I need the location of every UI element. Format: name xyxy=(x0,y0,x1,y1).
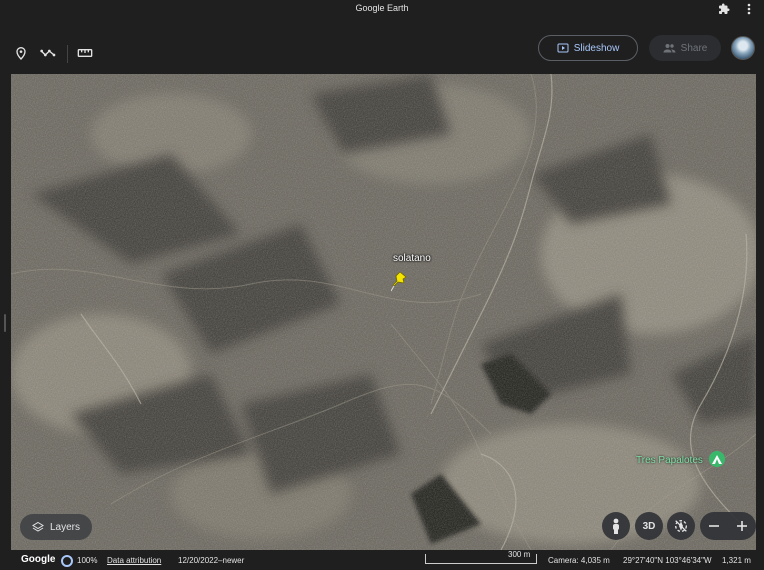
top-toolbar: Slideshow Share xyxy=(0,18,764,74)
panel-resize-handle[interactable] xyxy=(4,314,6,332)
cursor-elevation: 1,321 m xyxy=(722,556,751,565)
campground-icon xyxy=(712,454,722,464)
zoom-in-button[interactable] xyxy=(728,512,756,540)
share-button[interactable]: Share xyxy=(649,35,721,61)
reset-north-button[interactable] xyxy=(667,512,695,540)
google-logo: Google xyxy=(21,554,56,565)
window-titlebar: Google Earth xyxy=(0,0,764,18)
pegman-icon xyxy=(613,518,619,534)
minus-icon xyxy=(709,525,719,527)
data-attribution-link[interactable]: Data attribution xyxy=(107,556,161,565)
satellite-imagery xyxy=(11,74,756,550)
map-viewport[interactable]: solatano Tres Papalotes Layers 3D xyxy=(11,74,756,550)
slideshow-icon xyxy=(557,43,569,53)
compass-off-icon xyxy=(675,520,687,532)
share-label: Share xyxy=(680,42,708,54)
street-view-button[interactable] xyxy=(602,512,630,540)
window-title: Google Earth xyxy=(355,3,409,13)
draw-path-button[interactable] xyxy=(39,44,57,62)
account-avatar[interactable] xyxy=(731,36,755,60)
measure-icon xyxy=(77,49,93,57)
slideshow-button[interactable]: Slideshow xyxy=(538,35,638,61)
cursor-coordinates: 29°27'40"N 103°46'34"W xyxy=(623,556,712,565)
measure-button[interactable] xyxy=(76,44,94,62)
zoom-out-button[interactable] xyxy=(700,512,728,540)
plus-icon xyxy=(737,521,747,531)
toggle-3d-button[interactable]: 3D xyxy=(635,512,663,540)
status-bar: Google 100% Data attribution 12/20/2022–… xyxy=(0,550,764,570)
placemark-label: solatano xyxy=(393,253,431,264)
imagery-date: 12/20/2022–newer xyxy=(178,556,245,565)
zoom-controls xyxy=(700,512,756,540)
poi-label[interactable]: Tres Papalotes xyxy=(636,455,703,466)
layers-label: Layers xyxy=(49,521,80,533)
add-placemark-icon xyxy=(16,47,26,60)
camera-altitude: Camera: 4,035 m xyxy=(548,556,610,565)
poi-marker[interactable] xyxy=(709,451,725,467)
load-percent: 100% xyxy=(77,556,98,565)
puzzle-icon[interactable] xyxy=(718,3,730,15)
side-panel-edge xyxy=(0,74,11,550)
scale-label: 300 m xyxy=(508,550,531,559)
people-icon xyxy=(663,44,676,53)
add-placemark-button[interactable] xyxy=(12,44,30,62)
slideshow-label: Slideshow xyxy=(573,42,620,54)
layers-button[interactable]: Layers xyxy=(20,514,92,540)
layers-icon xyxy=(32,521,44,532)
toolbar-divider xyxy=(67,45,68,63)
more-vertical-icon[interactable] xyxy=(743,2,755,16)
yellow-pushpin-icon[interactable] xyxy=(391,270,409,292)
draw-path-icon xyxy=(40,49,56,57)
loading-indicator-icon xyxy=(61,555,73,567)
toggle-3d-label: 3D xyxy=(642,520,656,532)
